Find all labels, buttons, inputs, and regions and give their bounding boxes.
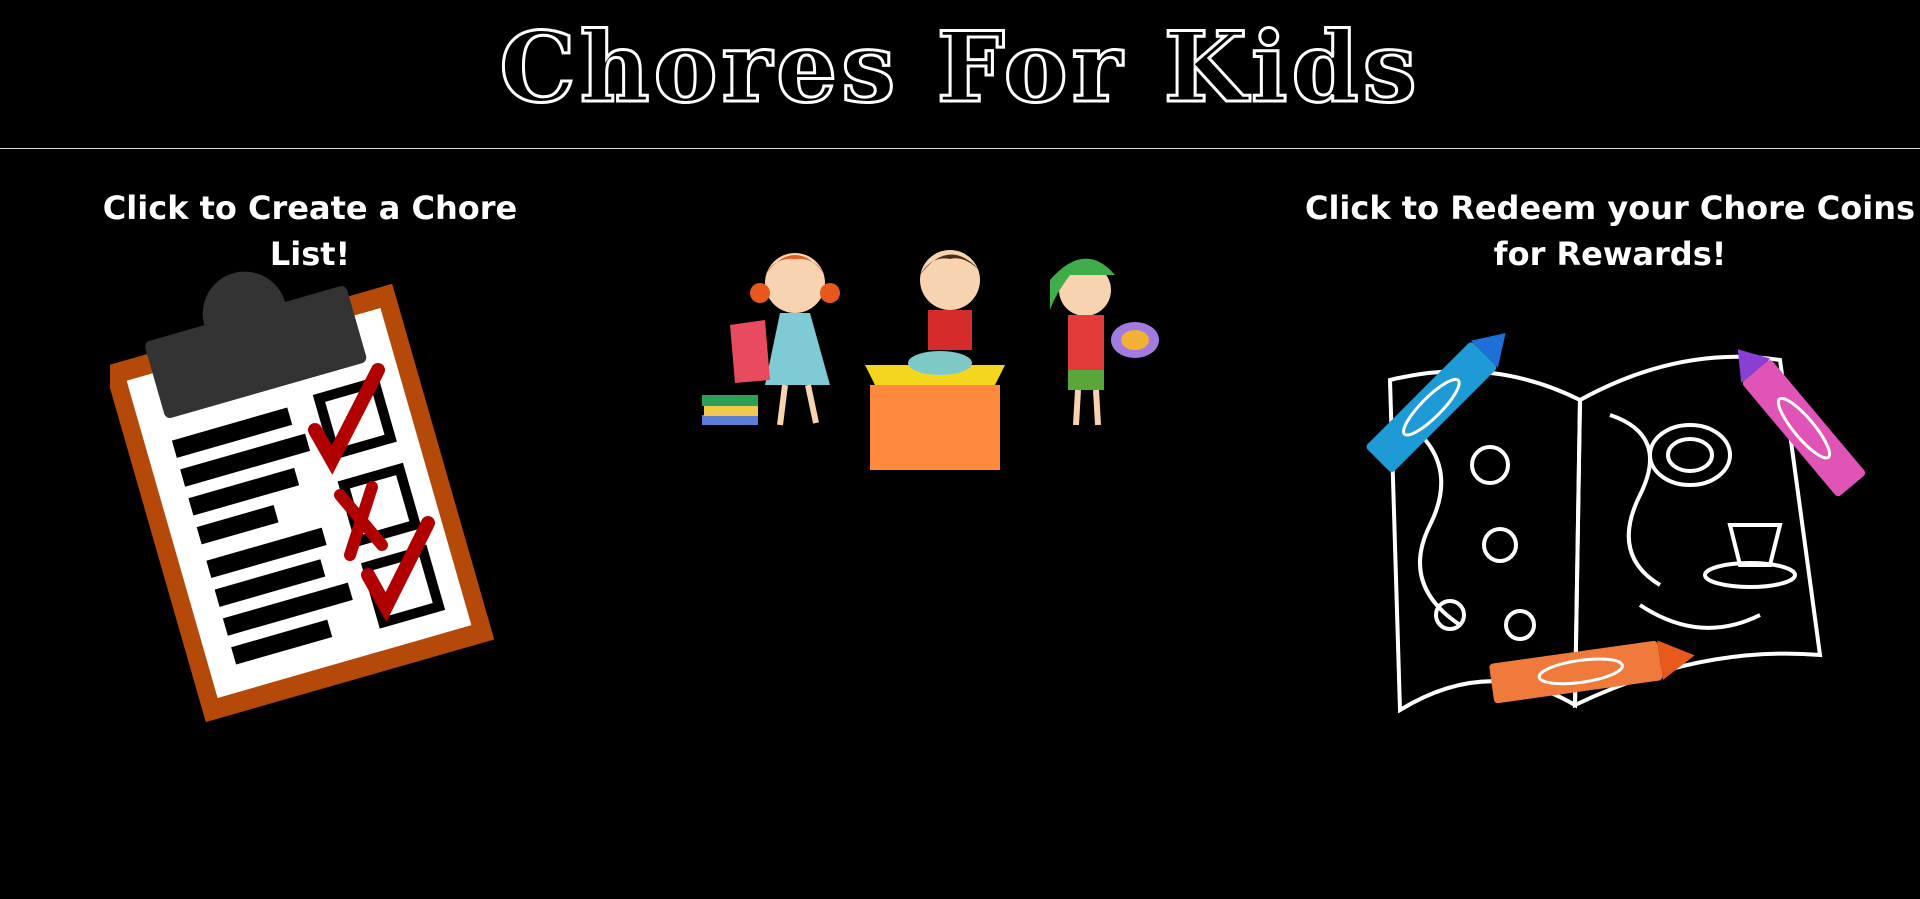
redeem-rewards-link[interactable] (1340, 325, 1880, 725)
coloring-book-crayons-icon[interactable] (1340, 325, 1880, 725)
site-header: Chores For Kids (0, 0, 1920, 149)
kids-doing-chores-illustration (702, 250, 1159, 470)
site-title: Chores For Kids (498, 10, 1421, 126)
boy-washing-bowl-icon (865, 250, 1005, 470)
boy-cleaning-plate-icon (1050, 258, 1159, 426)
clipboard-checklist-icon[interactable] (110, 255, 510, 730)
create-chore-list-link[interactable] (110, 255, 510, 730)
orange-crayon-icon (1489, 640, 1695, 704)
kids-chores-illustration (690, 235, 1180, 475)
redeem-coins-caption[interactable]: Click to Redeem your Chore Coins for Rew… (1300, 185, 1920, 277)
books-icon (702, 395, 758, 425)
blue-crayon-icon (1366, 332, 1506, 473)
